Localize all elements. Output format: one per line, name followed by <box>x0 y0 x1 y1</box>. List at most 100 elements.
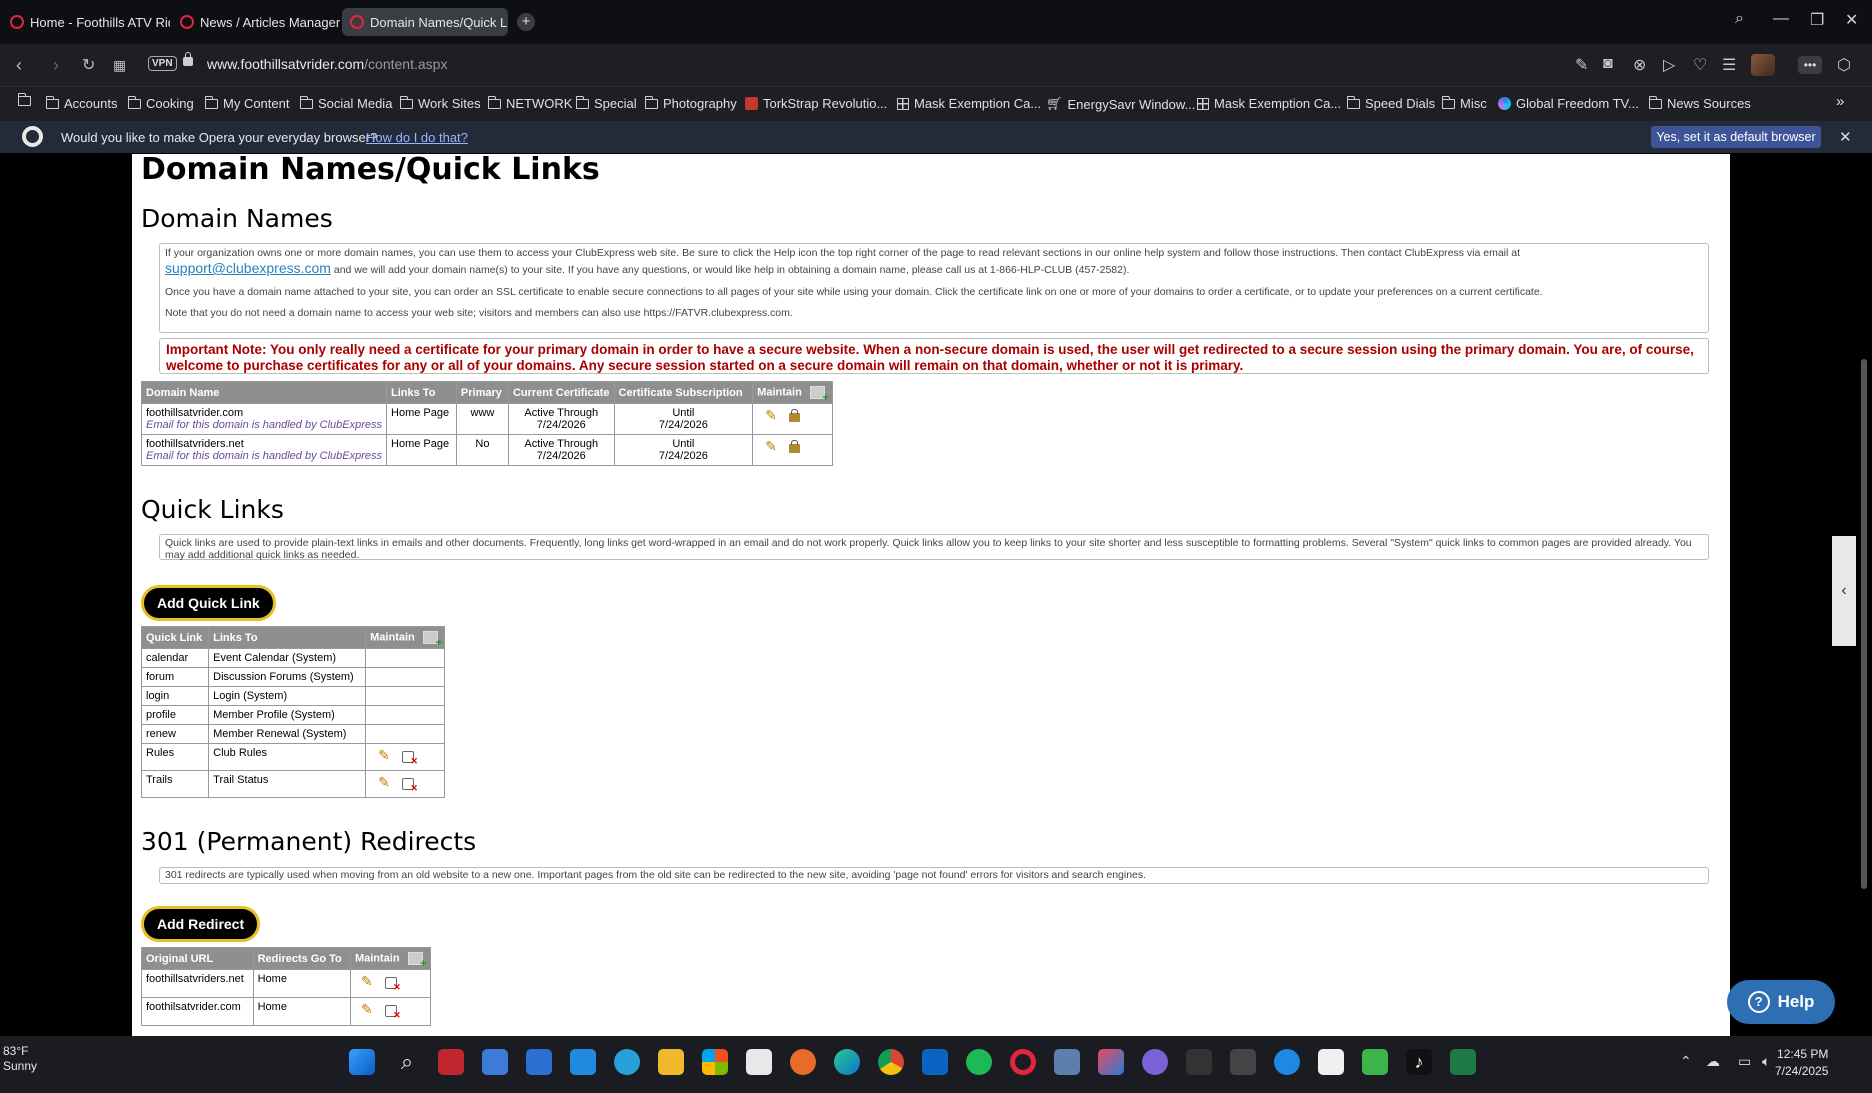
tiktok-icon[interactable]: ♪ <box>1406 1049 1432 1075</box>
tray-chevron-icon[interactable]: ⌃ <box>1680 1053 1692 1070</box>
col-domain-name[interactable]: Domain Name <box>140 381 388 404</box>
start-icon[interactable] <box>349 1049 375 1075</box>
menu-lines-icon[interactable]: ☰ <box>1722 55 1736 75</box>
col-links-to[interactable]: Links To <box>386 381 457 404</box>
taskbar-clock[interactable]: 12:45 PM 7/24/2025 <box>1775 1046 1828 1080</box>
col-certificate-subscription[interactable]: Certificate Subscription <box>613 381 754 404</box>
bookmark-mask-exemption-1[interactable]: Mask Exemption Ca... <box>897 96 1041 111</box>
app-pinwheel-icon[interactable] <box>1098 1049 1124 1075</box>
add-redirect-button[interactable]: Add Redirect <box>141 906 261 942</box>
bookmark-my-content[interactable]: My Content <box>204 95 289 111</box>
microsoft-icon[interactable] <box>702 1049 728 1075</box>
bookmark-news-sources[interactable]: News Sources <box>1648 95 1751 111</box>
search-icon[interactable]: ⌕ <box>394 1049 420 1075</box>
chrome-icon[interactable] <box>878 1049 904 1075</box>
help-button[interactable]: ? Help <box>1727 980 1835 1024</box>
weather-widget[interactable]: 83°F Sunny <box>3 1044 37 1074</box>
url-field[interactable]: www.foothillsatvrider.com/content.aspx <box>207 56 447 72</box>
col-primary[interactable]: Primary <box>455 381 509 404</box>
volume-icon[interactable]: 🔈︎ <box>1762 1053 1770 1070</box>
edit-pencil-icon[interactable]: ✎ <box>361 1001 373 1018</box>
restore-icon[interactable]: ❐ <box>1810 10 1824 30</box>
tabs-grid-icon[interactable]: ▦ <box>113 57 126 74</box>
extensions-icon[interactable]: ••• <box>1798 56 1822 74</box>
close-window-icon[interactable]: ✕ <box>1845 10 1858 30</box>
col-quick-link[interactable]: Quick Link <box>140 626 210 649</box>
box-icon[interactable]: ⬡ <box>1837 55 1851 75</box>
add-domain-icon[interactable] <box>809 386 829 404</box>
file-explorer-icon[interactable] <box>658 1049 684 1075</box>
page-scrollbar[interactable] <box>1857 154 1872 1036</box>
app-red-icon[interactable] <box>438 1049 464 1075</box>
lock-icon[interactable] <box>183 52 193 66</box>
bookmark-global-freedom[interactable]: Global Freedom TV... <box>1498 96 1639 111</box>
bookmark-misc[interactable]: Misc <box>1441 95 1487 111</box>
add-quick-link-button[interactable]: Add Quick Link <box>141 585 276 621</box>
edit-icon[interactable]: ✎ <box>1575 55 1588 75</box>
back-icon[interactable]: ‹ <box>16 55 22 76</box>
add-quick-link-icon[interactable] <box>422 631 442 649</box>
bookmark-accounts[interactable]: Accounts <box>45 95 117 111</box>
delete-icon[interactable] <box>384 1005 401 1021</box>
app-orange-icon[interactable] <box>790 1049 816 1075</box>
network-icon[interactable]: ▭ <box>1738 1053 1751 1070</box>
close-icon[interactable]: ✕ <box>1839 128 1852 146</box>
bookmark-special[interactable]: Special <box>575 95 637 111</box>
app-search-blue-icon[interactable] <box>1274 1049 1300 1075</box>
bookmark-social-media[interactable]: Social Media <box>299 95 392 111</box>
snipping-icon[interactable] <box>746 1049 772 1075</box>
tab-domain-names[interactable]: Domain Names/Quick Lin <box>342 8 508 36</box>
edit-pencil-icon[interactable]: ✎ <box>378 774 390 791</box>
store-icon[interactable] <box>526 1049 552 1075</box>
bookmark-energysavr[interactable]: 🛒︎ EnergySavr Window... <box>1046 96 1195 112</box>
tab-home[interactable]: Home - Foothills ATV Ride <box>2 8 170 36</box>
bookmark-speed-dials[interactable]: Speed Dials <box>1346 95 1435 111</box>
app-ship-icon[interactable] <box>1054 1049 1080 1075</box>
delete-icon[interactable] <box>384 977 401 993</box>
app-clapper-icon[interactable] <box>1186 1049 1212 1075</box>
delete-icon[interactable] <box>401 751 418 767</box>
support-email-link[interactable]: support@clubexpress.com <box>165 260 331 276</box>
bookmark-work-sites[interactable]: Work Sites <box>399 95 481 111</box>
col-original-url[interactable]: Original URL <box>141 947 254 970</box>
sidebar-toggle-chevron-icon[interactable]: ‹ <box>1832 536 1856 646</box>
certificate-lock-icon[interactable] <box>788 439 800 453</box>
edit-pencil-icon[interactable]: ✎ <box>378 747 390 764</box>
bookmark-network[interactable]: NETWORK <box>487 95 572 111</box>
camera-icon[interactable]: ◙ <box>1603 55 1613 73</box>
davinci-icon[interactable] <box>1230 1049 1256 1075</box>
col-redirects-go-to[interactable]: Redirects Go To <box>252 947 351 970</box>
opera-icon[interactable] <box>1010 1049 1036 1075</box>
edit-pencil-icon[interactable]: ✎ <box>361 973 373 990</box>
bookmark-cooking[interactable]: Cooking <box>127 95 194 111</box>
set-default-button[interactable]: Yes, set it as default browser <box>1651 126 1821 148</box>
bookmarks-folder-icon[interactable] <box>17 93 31 106</box>
edit-pencil-icon[interactable]: ✎ <box>765 407 777 424</box>
reload-icon[interactable]: ↻ <box>82 55 95 75</box>
delete-icon[interactable] <box>401 778 418 794</box>
forward-icon[interactable]: › <box>53 55 59 76</box>
certificate-link[interactable]: Active Through 7/24/2026 <box>507 434 615 466</box>
play-icon[interactable]: ▷ <box>1663 55 1675 75</box>
heart-icon[interactable]: ♡ <box>1693 55 1707 75</box>
vpn-badge[interactable]: VPN <box>148 56 177 71</box>
certificate-link[interactable]: Active Through 7/24/2026 <box>507 403 615 435</box>
capcut-icon[interactable] <box>1318 1049 1344 1075</box>
spotify-icon[interactable] <box>966 1049 992 1075</box>
edit-pencil-icon[interactable]: ✎ <box>765 438 777 455</box>
bookmark-torkstrap[interactable]: TorkStrap Revolutio... <box>745 96 887 111</box>
telegram-icon[interactable] <box>614 1049 640 1075</box>
col-current-certificate[interactable]: Current Certificate <box>507 381 615 404</box>
bookmark-photography[interactable]: Photography <box>644 95 737 111</box>
app-purple-icon[interactable] <box>1142 1049 1168 1075</box>
certificate-lock-icon[interactable] <box>788 408 800 422</box>
how-do-i-link[interactable]: How do I do that? <box>366 130 468 145</box>
app-blue-icon[interactable] <box>570 1049 596 1075</box>
bookmark-mask-exemption-2[interactable]: Mask Exemption Ca... <box>1197 96 1341 111</box>
onedrive-icon[interactable]: ☁ <box>1706 1053 1720 1070</box>
profile-avatar[interactable] <box>1751 54 1775 76</box>
edge-icon[interactable] <box>834 1049 860 1075</box>
scroll-thumb[interactable] <box>1861 359 1867 889</box>
search-tabs-icon[interactable]: ⌕ <box>1735 10 1744 28</box>
app-green-icon[interactable] <box>1362 1049 1388 1075</box>
